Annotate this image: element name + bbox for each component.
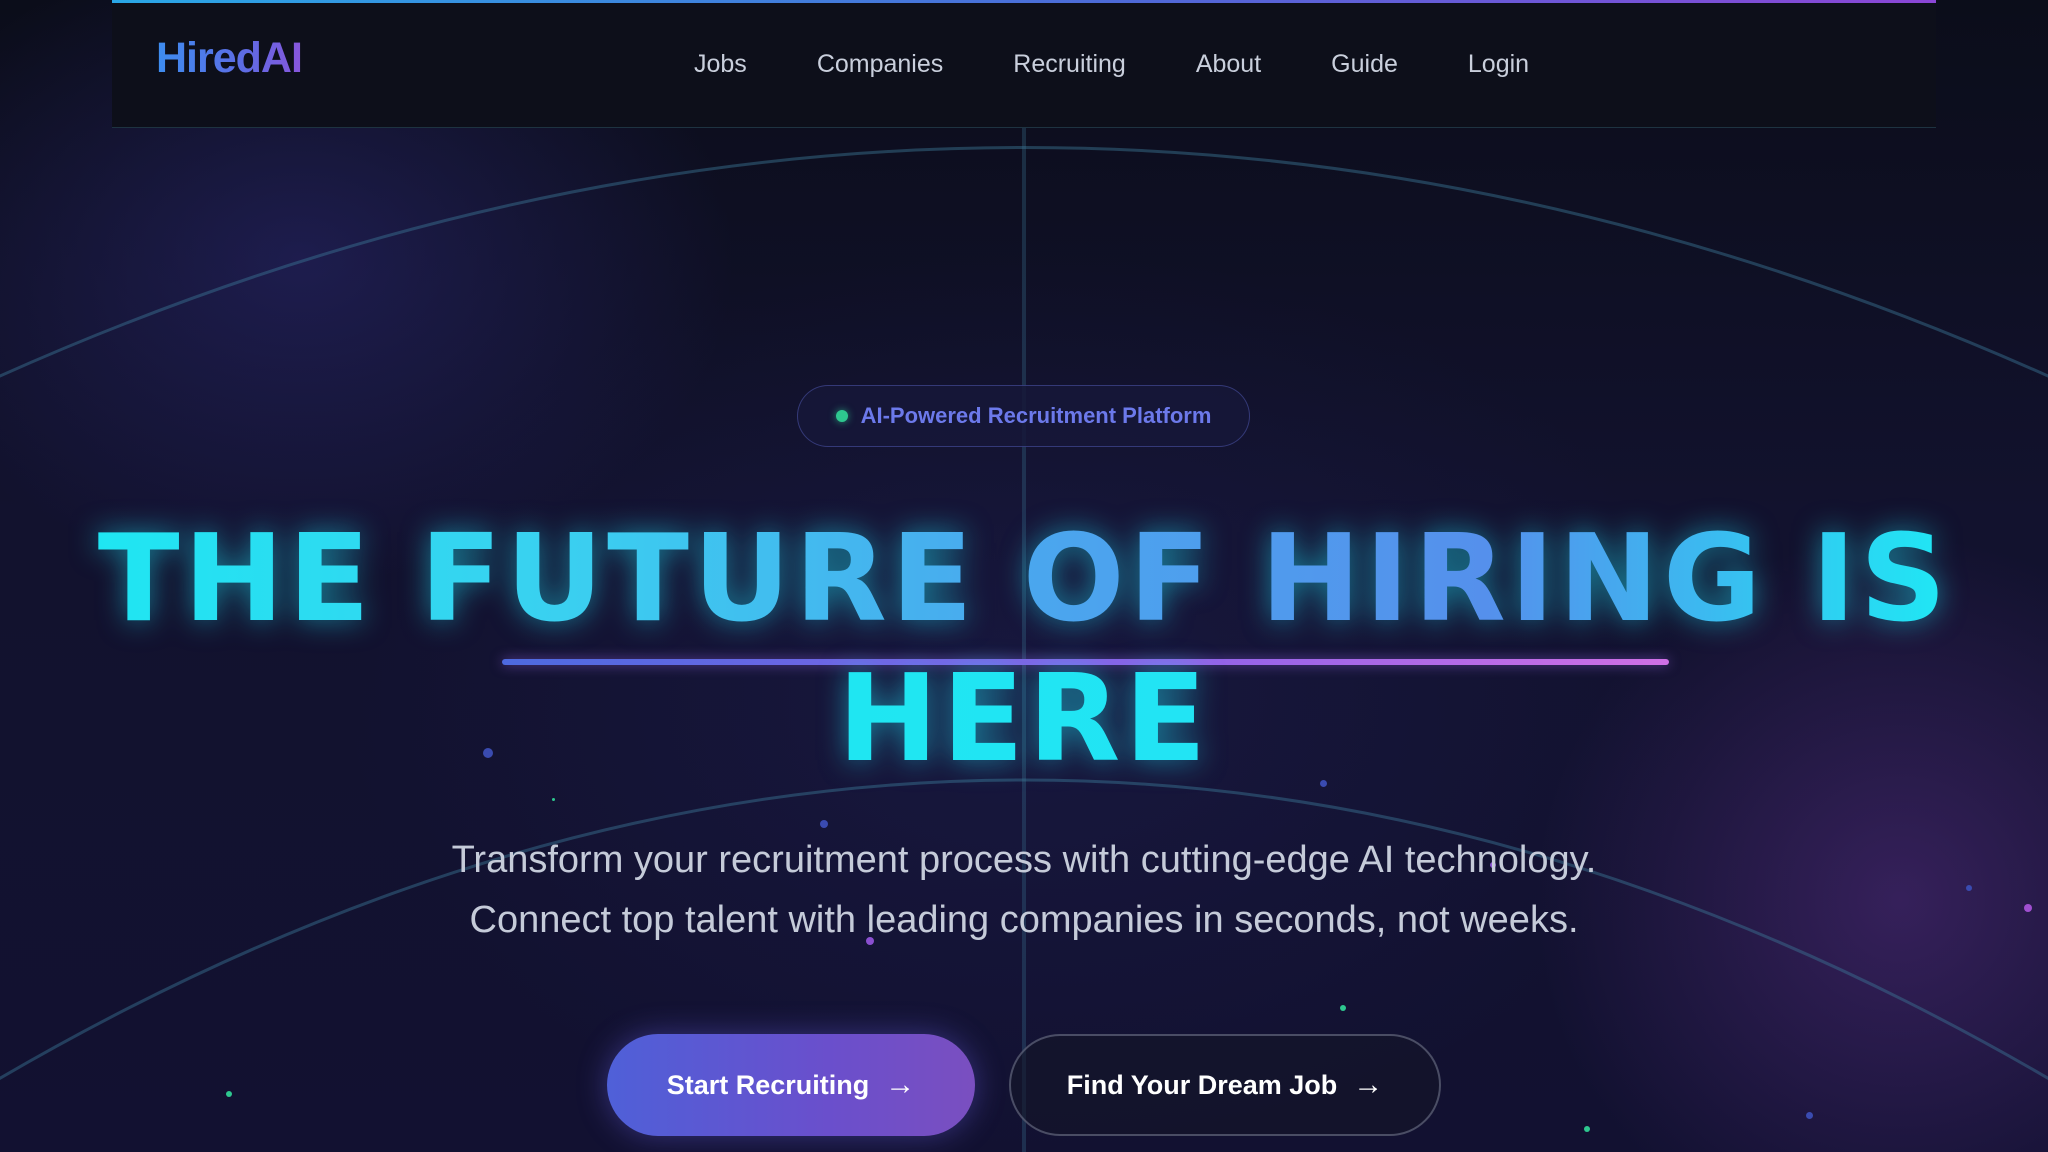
start-recruiting-label: Start Recruiting [666,1069,870,1100]
headline-text: HERE [837,650,1211,789]
hero-headline-line-1: THE FUTURE OF HIRING IS [0,520,2048,640]
main-nav: Jobs Companies Recruiting About Guide Lo… [694,46,1529,82]
platform-badge: AI-Powered Recruitment Platform [797,385,1250,447]
particle [1806,1112,1813,1119]
status-dot-icon [835,410,848,422]
badge-label: AI-Powered Recruitment Platform [860,403,1212,428]
particle [552,798,555,801]
headline-text: THE FUTURE OF HIRING IS [97,510,1951,649]
particle [820,820,828,828]
arrow-right-icon: → [885,1068,916,1101]
particle [226,1091,232,1097]
nav-link-login[interactable]: Login [1468,46,1529,82]
particle [1320,780,1327,787]
nav-link-guide[interactable]: Guide [1331,46,1398,82]
hero-subtitle-line-1: Transform your recruitment process with … [451,839,1597,881]
nav-link-about[interactable]: About [1196,46,1261,82]
top-navigation-bar: HiredAI Jobs Companies Recruiting About … [112,0,1936,128]
arrow-right-icon: → [1353,1068,1384,1101]
hero-subtitle-line-2: Connect top talent with leading companie… [469,899,1579,941]
nav-link-jobs[interactable]: Jobs [694,46,747,82]
particle [1584,1126,1590,1132]
find-dream-job-button[interactable]: Find Your Dream Job → [1009,1034,1441,1136]
nav-link-companies[interactable]: Companies [817,46,943,82]
nav-link-recruiting[interactable]: Recruiting [1013,46,1126,82]
particle [1340,1005,1346,1011]
logo[interactable]: HiredAI [156,34,303,83]
start-recruiting-button[interactable]: Start Recruiting → [607,1034,975,1136]
find-dream-job-label: Find Your Dream Job [1066,1069,1338,1100]
hero-headline-line-2: HERE [0,660,2048,780]
